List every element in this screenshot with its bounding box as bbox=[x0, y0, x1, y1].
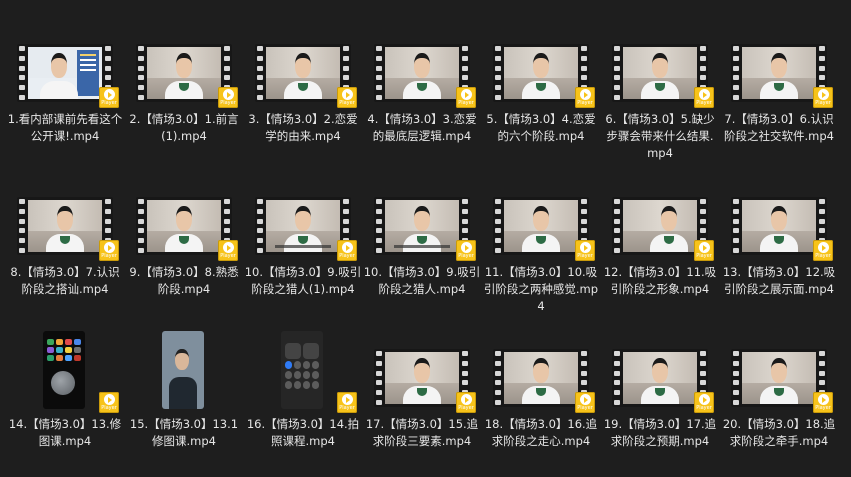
file-name: 3.【情场3.0】2.恋爱学的由来.mp4 bbox=[248, 112, 358, 143]
player-badge-icon: Player bbox=[694, 240, 714, 261]
video-thumbnail: Player bbox=[374, 44, 476, 108]
file-name: 5.【情场3.0】4.恋爱的六个阶段.mp4 bbox=[486, 112, 596, 143]
player-badge-icon: Player bbox=[456, 392, 476, 413]
file-name: 10.【情场3.0】9.吸引阶段之猎人.mp4 bbox=[363, 265, 481, 296]
file-name: 4.【情场3.0】3.恋爱的最底层逻辑.mp4 bbox=[367, 112, 477, 143]
file-item[interactable]: Player 5.【情场3.0】4.恋爱的六个阶段.mp4 bbox=[482, 44, 600, 145]
video-thumbnail: Player bbox=[17, 44, 119, 108]
file-item[interactable]: Player 10.【情场3.0】9.吸引阶段之猎人.mp4 bbox=[363, 197, 481, 298]
file-name: 6.【情场3.0】5.缺少步骤会带来什么结果.mp4 bbox=[605, 112, 715, 160]
file-item[interactable]: 15.【情场3.0】13.1修图课.mp4 bbox=[125, 331, 243, 450]
player-badge-icon: Player bbox=[813, 392, 833, 413]
player-badge-icon: Player bbox=[337, 392, 357, 413]
image-thumbnail bbox=[136, 331, 232, 409]
file-item[interactable]: Player 9.【情场3.0】8.熟悉阶段.mp4 bbox=[125, 197, 243, 298]
video-thumbnail: Player bbox=[136, 44, 238, 108]
video-thumbnail: Player bbox=[374, 349, 476, 413]
video-thumbnail: Player bbox=[731, 197, 833, 261]
video-thumbnail: Player bbox=[731, 349, 833, 413]
video-thumbnail: Player bbox=[17, 197, 119, 261]
file-name: 8.【情场3.0】7.认识阶段之搭讪.mp4 bbox=[10, 265, 120, 296]
file-item[interactable]: Player 19.【情场3.0】17.追求阶段之预期.mp4 bbox=[601, 349, 719, 450]
file-name: 7.【情场3.0】6.认识阶段之社交软件.mp4 bbox=[724, 112, 834, 143]
video-thumbnail: Player bbox=[612, 197, 714, 261]
player-badge-icon: Player bbox=[575, 392, 595, 413]
file-name: 19.【情场3.0】17.追求阶段之预期.mp4 bbox=[603, 417, 717, 448]
player-badge-icon: Player bbox=[218, 240, 238, 261]
file-item[interactable]: Player 11.【情场3.0】10.吸引阶段之两种感觉.mp4 bbox=[482, 197, 600, 315]
video-thumbnail: Player bbox=[493, 349, 595, 413]
file-name: 1.看内部课前先看这个公开课!.mp4 bbox=[7, 112, 123, 143]
file-item[interactable]: Player 20.【情场3.0】18.追求阶段之牵手.mp4 bbox=[720, 349, 838, 450]
image-thumbnail: Player bbox=[255, 331, 357, 413]
player-badge-icon: Player bbox=[694, 87, 714, 108]
file-item[interactable]: Player 2.【情场3.0】1.前言 (1).mp4 bbox=[125, 44, 243, 145]
player-badge-icon: Player bbox=[456, 240, 476, 261]
file-name: 15.【情场3.0】13.1修图课.mp4 bbox=[129, 417, 239, 448]
file-item[interactable]: Player 7.【情场3.0】6.认识阶段之社交软件.mp4 bbox=[720, 44, 838, 145]
video-thumbnail: Player bbox=[731, 44, 833, 108]
file-name: 14.【情场3.0】13.修图课.mp4 bbox=[8, 417, 122, 448]
file-name: 18.【情场3.0】16.追求阶段之走心.mp4 bbox=[484, 417, 598, 448]
photo-screenshot bbox=[162, 331, 204, 409]
file-name: 11.【情场3.0】10.吸引阶段之两种感觉.mp4 bbox=[483, 265, 599, 313]
video-thumbnail: Player bbox=[493, 44, 595, 108]
player-badge-icon: Player bbox=[99, 240, 119, 261]
player-badge-icon: Player bbox=[575, 240, 595, 261]
image-thumbnail: Player bbox=[17, 331, 119, 413]
player-badge-icon: Player bbox=[575, 87, 595, 108]
video-thumbnail: Player bbox=[136, 197, 238, 261]
file-item[interactable]: Player 3.【情场3.0】2.恋爱学的由来.mp4 bbox=[244, 44, 362, 145]
video-thumbnail: Player bbox=[493, 197, 595, 261]
phone-screenshot bbox=[43, 331, 85, 409]
player-badge-icon: Player bbox=[99, 392, 119, 413]
file-name: 13.【情场3.0】12.吸引阶段之展示面.mp4 bbox=[722, 265, 836, 296]
file-name: 10.【情场3.0】9.吸引阶段之猎人(1).mp4 bbox=[244, 265, 362, 296]
file-item[interactable]: Player 1.看内部课前先看这个公开课!.mp4 bbox=[6, 44, 124, 145]
player-badge-icon: Player bbox=[337, 87, 357, 108]
file-item[interactable]: Player 17.【情场3.0】15.追求阶段三要素.mp4 bbox=[363, 349, 481, 450]
file-item[interactable]: Player 16.【情场3.0】14.拍照课程.mp4 bbox=[244, 331, 362, 450]
player-badge-icon: Player bbox=[456, 87, 476, 108]
file-item[interactable]: Player 13.【情场3.0】12.吸引阶段之展示面.mp4 bbox=[720, 197, 838, 298]
file-name: 9.【情场3.0】8.熟悉阶段.mp4 bbox=[129, 265, 239, 296]
file-item[interactable]: Player 8.【情场3.0】7.认识阶段之搭讪.mp4 bbox=[6, 197, 124, 298]
player-badge-icon: Player bbox=[813, 240, 833, 261]
player-badge-icon: Player bbox=[694, 392, 714, 413]
file-item[interactable]: Player 18.【情场3.0】16.追求阶段之走心.mp4 bbox=[482, 349, 600, 450]
file-item[interactable]: Player 12.【情场3.0】11.吸引阶段之形象.mp4 bbox=[601, 197, 719, 298]
file-name: 17.【情场3.0】15.追求阶段三要素.mp4 bbox=[365, 417, 479, 448]
file-item[interactable]: Player 14.【情场3.0】13.修图课.mp4 bbox=[6, 331, 124, 450]
player-badge-icon: Player bbox=[337, 240, 357, 261]
file-name: 16.【情场3.0】14.拍照课程.mp4 bbox=[246, 417, 360, 448]
control-center-screenshot bbox=[281, 331, 323, 409]
player-badge-icon: Player bbox=[99, 87, 119, 108]
file-name: 2.【情场3.0】1.前言 (1).mp4 bbox=[129, 112, 239, 143]
video-thumbnail: Player bbox=[612, 44, 714, 108]
player-badge-icon: Player bbox=[813, 87, 833, 108]
video-thumbnail: Player bbox=[612, 349, 714, 413]
file-item[interactable]: Player 6.【情场3.0】5.缺少步骤会带来什么结果.mp4 bbox=[601, 44, 719, 162]
video-thumbnail: Player bbox=[255, 197, 357, 261]
file-item[interactable]: Player 4.【情场3.0】3.恋爱的最底层逻辑.mp4 bbox=[363, 44, 481, 145]
file-name: 20.【情场3.0】18.追求阶段之牵手.mp4 bbox=[722, 417, 836, 448]
player-badge-icon: Player bbox=[218, 87, 238, 108]
file-item[interactable]: Player 10.【情场3.0】9.吸引阶段之猎人(1).mp4 bbox=[244, 197, 362, 298]
file-name: 12.【情场3.0】11.吸引阶段之形象.mp4 bbox=[603, 265, 717, 296]
video-thumbnail: Player bbox=[255, 44, 357, 108]
video-thumbnail: Player bbox=[374, 197, 476, 261]
file-grid: Player 1.看内部课前先看这个公开课!.mp4 Player 2.【情场3… bbox=[0, 0, 851, 477]
